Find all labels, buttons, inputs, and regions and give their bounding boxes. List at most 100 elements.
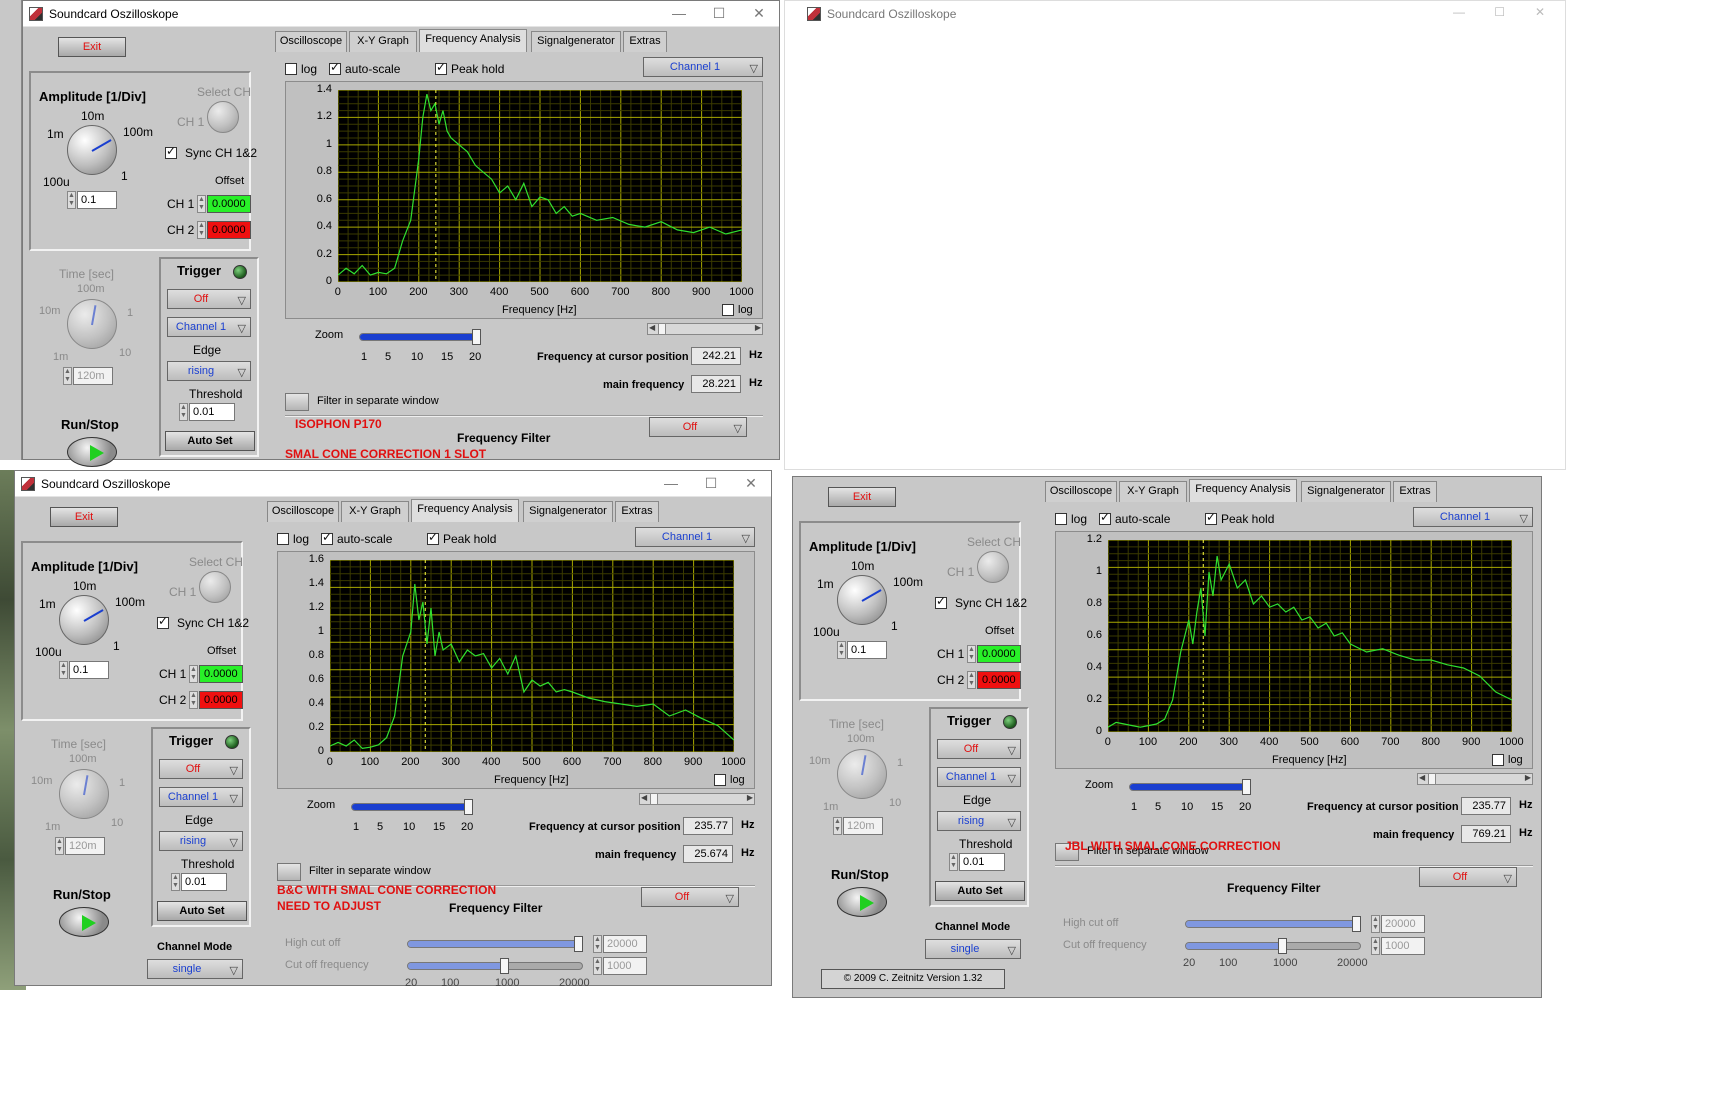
zoom-slider-thumb[interactable] — [1242, 779, 1251, 795]
peak-hold-checkbox[interactable] — [1205, 510, 1217, 525]
trigger-mode-dropdown[interactable]: Off ▽ — [937, 739, 1021, 759]
ch2-offset-input[interactable]: 0.0000 — [199, 691, 243, 709]
zoom-slider[interactable] — [359, 329, 481, 345]
sync-checkbox[interactable] — [935, 594, 947, 609]
close-icon[interactable]: ✕ — [741, 475, 761, 492]
scroll-left-icon[interactable]: ◀ — [649, 323, 655, 332]
x-log-checkbox[interactable] — [722, 304, 734, 316]
log-checkbox[interactable] — [1055, 513, 1067, 525]
log-checkbox[interactable] — [285, 63, 297, 75]
high-cut-value[interactable]: 20000 — [603, 935, 647, 953]
amplitude-knob[interactable] — [59, 595, 109, 645]
close-icon[interactable]: ✕ — [749, 5, 769, 22]
run-stop-button[interactable] — [837, 887, 887, 917]
threshold-input[interactable]: 0.01 — [189, 403, 235, 421]
amplitude-input[interactable]: 0.1 — [77, 191, 117, 209]
cut-freq-value[interactable]: 1000 — [1381, 937, 1425, 955]
run-stop-button[interactable] — [59, 907, 109, 937]
channel-mode-dropdown[interactable]: single ▽ — [925, 939, 1021, 959]
select-ch-knob[interactable] — [207, 101, 239, 133]
threshold-input[interactable]: 0.01 — [181, 873, 227, 891]
peak-hold-checkbox[interactable] — [435, 60, 447, 75]
graph-scrollbar[interactable]: ◀ ▶ — [1417, 773, 1533, 785]
cut-freq-slider[interactable] — [407, 958, 583, 974]
tab-xy-graph[interactable]: X-Y Graph — [1119, 481, 1187, 502]
trigger-channel-dropdown[interactable]: Channel 1 ▽ — [159, 787, 243, 807]
spectrum-plot-area[interactable] — [330, 560, 734, 752]
cut-freq-spinner[interactable]: ▲ ▼ — [593, 957, 602, 975]
ch2-offset-spinner[interactable]: ▲ ▼ — [189, 691, 198, 709]
tab-frequency-analysis[interactable]: Frequency Analysis — [1189, 479, 1297, 502]
high-cut-slider-thumb[interactable] — [1352, 916, 1361, 932]
time-input[interactable]: 120m — [73, 367, 113, 385]
amplitude-input[interactable]: 0.1 — [847, 641, 887, 659]
tab-signalgenerator[interactable]: Signalgenerator — [531, 31, 621, 52]
channel-dropdown[interactable]: Channel 1 ▽ — [643, 57, 763, 77]
amplitude-spinner[interactable]: ▲ ▼ — [837, 641, 846, 659]
filter-mode-dropdown[interactable]: Off ▽ — [1419, 867, 1517, 887]
scroll-thumb[interactable] — [1428, 774, 1436, 784]
time-knob[interactable] — [837, 749, 887, 799]
auto-set-button[interactable]: Auto Set — [935, 881, 1025, 901]
scroll-left-icon[interactable]: ◀ — [641, 793, 647, 802]
tab-frequency-analysis[interactable]: Frequency Analysis — [419, 29, 527, 52]
sync-checkbox[interactable] — [165, 144, 177, 159]
zoom-slider[interactable] — [1129, 779, 1251, 795]
threshold-spinner[interactable]: ▲ ▼ — [171, 873, 180, 891]
tab-extras[interactable]: Extras — [1393, 481, 1437, 502]
maximize-icon[interactable]: ☐ — [709, 5, 729, 22]
spectrum-plot-area[interactable] — [338, 90, 742, 282]
ch1-offset-input[interactable]: 0.0000 — [977, 645, 1021, 663]
zoom-slider[interactable] — [351, 799, 473, 815]
high-cut-slider[interactable] — [407, 936, 583, 952]
autoscale-checkbox[interactable] — [321, 530, 333, 545]
ch1-offset-input[interactable]: 0.0000 — [199, 665, 243, 683]
graph-scrollbar[interactable]: ◀ ▶ — [639, 793, 755, 805]
edge-dropdown[interactable]: rising ▽ — [937, 811, 1021, 831]
scroll-thumb[interactable] — [650, 794, 658, 804]
autoscale-checkbox[interactable] — [1099, 510, 1111, 525]
trigger-mode-dropdown[interactable]: Off ▽ — [167, 289, 251, 309]
ch1-offset-spinner[interactable]: ▲ ▼ — [189, 665, 198, 683]
tab-frequency-analysis[interactable]: Frequency Analysis — [411, 499, 519, 522]
ch2-offset-spinner[interactable]: ▲ ▼ — [967, 671, 976, 689]
tab-oscilloscope[interactable]: Oscilloscope — [275, 31, 347, 52]
cut-freq-slider-thumb[interactable] — [1278, 938, 1287, 954]
tab-signalgenerator[interactable]: Signalgenerator — [1301, 481, 1391, 502]
time-input[interactable]: 120m — [843, 817, 883, 835]
peak-hold-checkbox[interactable] — [427, 530, 439, 545]
trigger-channel-dropdown[interactable]: Channel 1 ▽ — [937, 767, 1021, 787]
threshold-spinner[interactable]: ▲ ▼ — [949, 853, 958, 871]
spectrum-plot-area[interactable] — [1108, 540, 1512, 732]
trigger-mode-dropdown[interactable]: Off ▽ — [159, 759, 243, 779]
exit-button[interactable]: Exit — [50, 507, 118, 527]
scroll-right-icon[interactable]: ▶ — [755, 323, 761, 332]
x-log-checkbox[interactable] — [1492, 754, 1504, 766]
ch1-offset-input[interactable]: 0.0000 — [207, 195, 251, 213]
select-ch-knob[interactable] — [977, 551, 1009, 583]
maximize-icon[interactable]: ☐ — [1494, 5, 1505, 19]
cut-freq-spinner[interactable]: ▲ ▼ — [1371, 937, 1380, 955]
maximize-icon[interactable]: ☐ — [701, 475, 721, 492]
scroll-thumb[interactable] — [658, 324, 666, 334]
time-spinner[interactable]: ▲ ▼ — [63, 367, 72, 385]
run-stop-button[interactable] — [67, 437, 117, 467]
high-cut-value[interactable]: 20000 — [1381, 915, 1425, 933]
graph-scrollbar[interactable]: ◀ ▶ — [647, 323, 763, 335]
tab-oscilloscope[interactable]: Oscilloscope — [1045, 481, 1117, 502]
time-knob[interactable] — [59, 769, 109, 819]
filter-mode-dropdown[interactable]: Off ▽ — [649, 417, 747, 437]
amplitude-input[interactable]: 0.1 — [69, 661, 109, 679]
cut-freq-slider-thumb[interactable] — [500, 958, 509, 974]
filter-mode-dropdown[interactable]: Off ▽ — [641, 887, 739, 907]
threshold-spinner[interactable]: ▲ ▼ — [179, 403, 188, 421]
minimize-icon[interactable]: — — [669, 5, 689, 21]
high-cut-slider-thumb[interactable] — [574, 936, 583, 952]
close-icon[interactable]: ✕ — [1535, 5, 1545, 19]
edge-dropdown[interactable]: rising ▽ — [167, 361, 251, 381]
ch2-offset-input[interactable]: 0.0000 — [207, 221, 251, 239]
zoom-slider-thumb[interactable] — [464, 799, 473, 815]
high-cut-slider[interactable] — [1185, 916, 1361, 932]
tab-xy-graph[interactable]: X-Y Graph — [341, 501, 409, 522]
channel-dropdown[interactable]: Channel 1 ▽ — [1413, 507, 1533, 527]
